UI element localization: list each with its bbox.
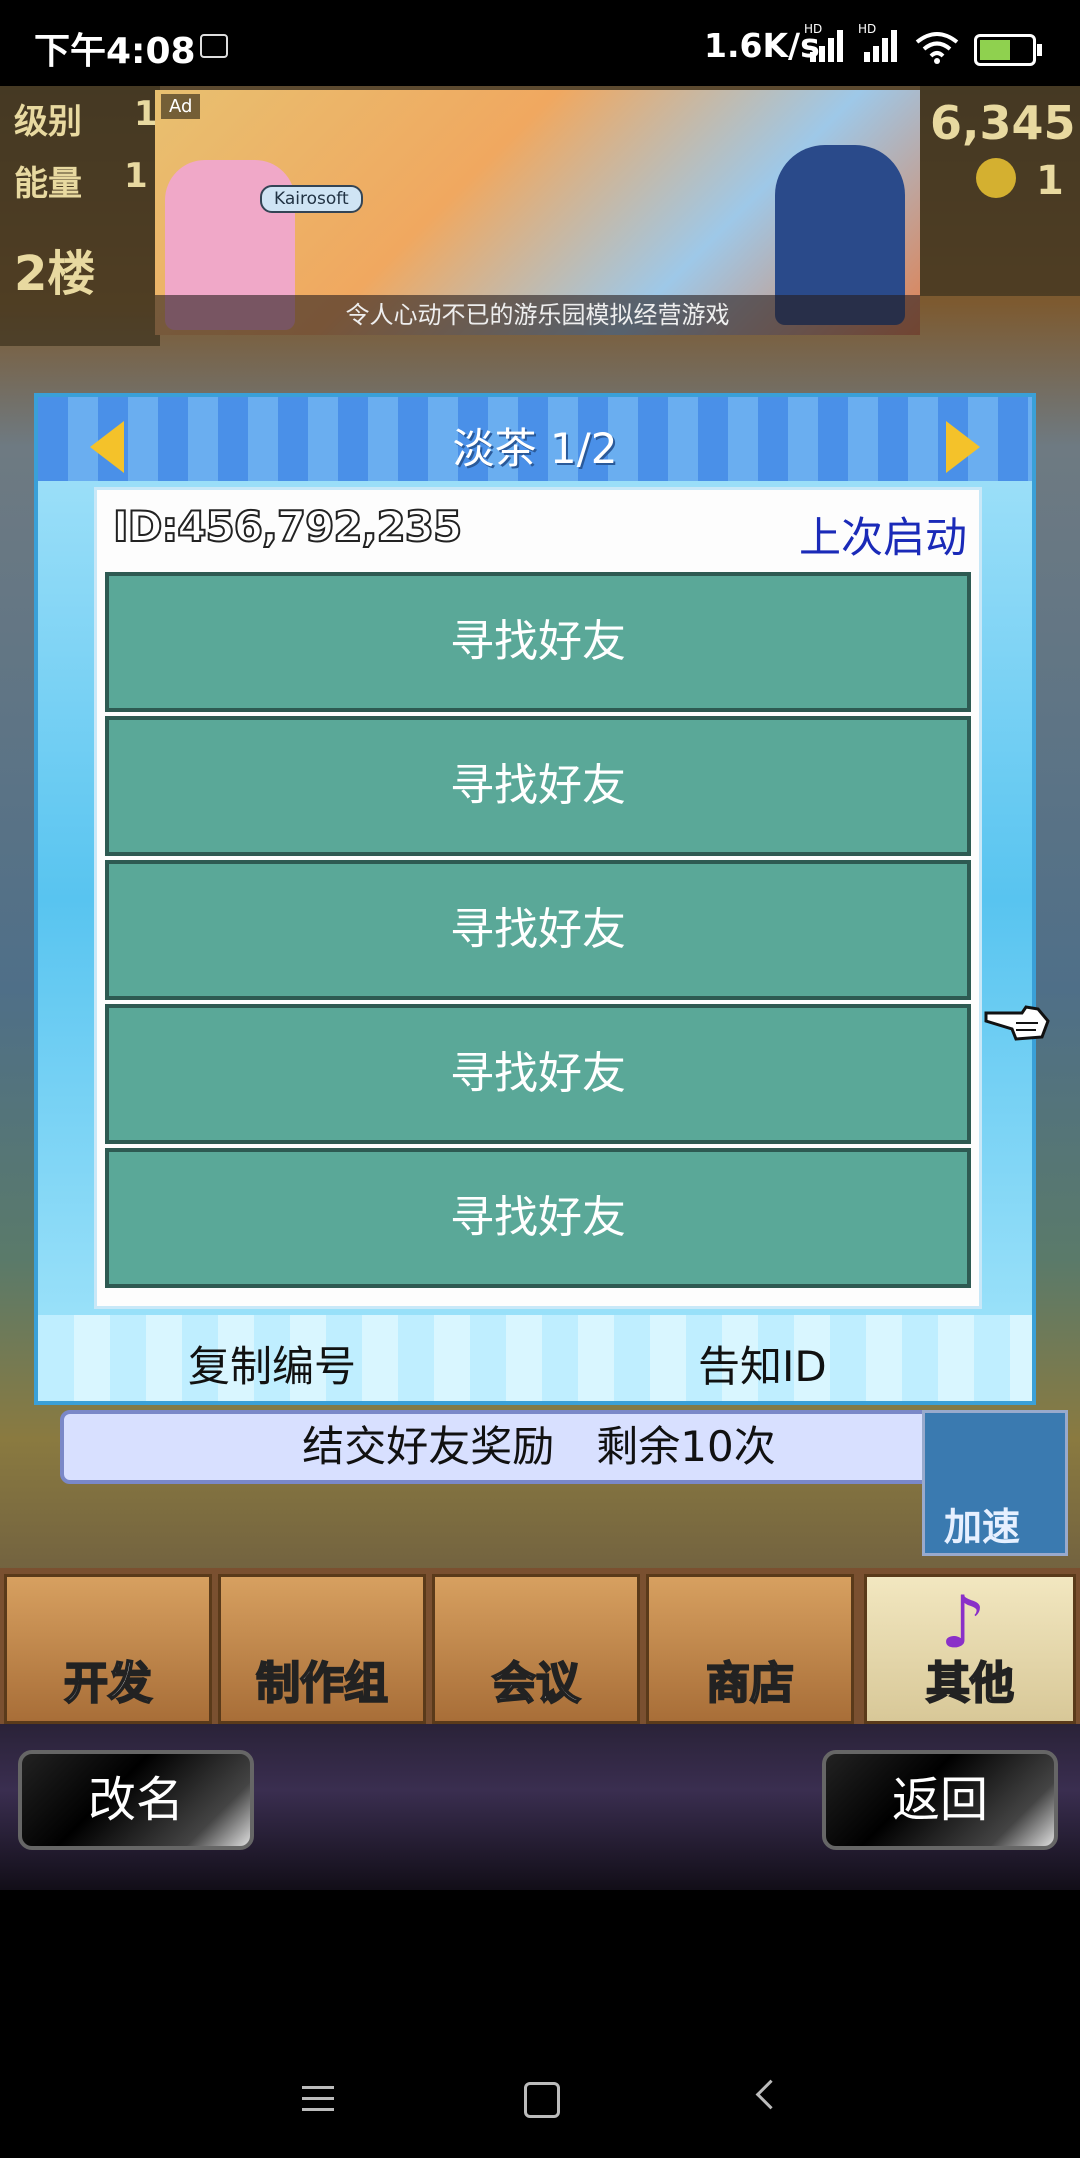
- camera-icon: [200, 34, 228, 58]
- signal-hd-label: HD: [804, 22, 823, 36]
- speed-up-label: 加速: [944, 1505, 1021, 1549]
- status-bar: 下午4:08 1.6K/s HD HD: [0, 0, 1080, 90]
- music-note-icon: ♪: [940, 1580, 986, 1664]
- signal-hd-label-2: HD: [858, 22, 877, 36]
- level-label: 级别: [14, 102, 82, 142]
- energy-label: 能量: [14, 164, 82, 204]
- player-id: ID:456,792,235: [112, 501, 463, 552]
- find-friend-slot[interactable]: 寻找好友: [105, 1004, 971, 1144]
- rename-button[interactable]: 改名: [18, 1750, 254, 1850]
- menu-shop[interactable]: 商店: [646, 1574, 854, 1724]
- floor-indicator: 2楼: [14, 246, 96, 302]
- menu-meeting-label: 会议: [491, 1657, 581, 1710]
- coin-count: 1: [1036, 158, 1064, 204]
- signal-icon-2: HD: [858, 22, 900, 62]
- dialog-footer: 复制编号 告知ID: [38, 1315, 1032, 1401]
- hud-right-panel: 6,345 1: [920, 86, 1080, 296]
- ad-brand-chip: Kairosoft: [260, 185, 363, 213]
- copy-id-button[interactable]: 复制编号: [188, 1333, 356, 1394]
- friend-list-panel: ID:456,792,235 上次启动 寻找好友 寻找好友 寻找好友 寻找好友 …: [94, 487, 982, 1309]
- signal-icon: HD: [804, 22, 846, 62]
- ad-label: Ad: [161, 94, 201, 119]
- prev-page-arrow-icon[interactable]: [90, 421, 124, 473]
- battery-icon: [974, 34, 1042, 66]
- menu-meeting[interactable]: 会议: [432, 1574, 640, 1724]
- wifi-icon: [915, 32, 959, 64]
- menu-develop[interactable]: 开发: [4, 1574, 212, 1724]
- find-friend-slot[interactable]: 寻找好友: [105, 860, 971, 1000]
- menu-shop-label: 商店: [705, 1657, 795, 1710]
- dialog-header: 淡茶 1/2: [38, 397, 1032, 481]
- status-time: 下午4:08: [34, 31, 196, 72]
- dialog-title: 淡茶 1/2: [452, 424, 618, 473]
- share-id-button[interactable]: 告知ID: [698, 1333, 827, 1394]
- hud-left-panel: 级别 1 能量 1 2楼: [0, 86, 160, 346]
- network-speed: 1.6K/s: [704, 26, 820, 65]
- back-button[interactable]: 返回: [822, 1750, 1058, 1850]
- pointer-hand-icon: [984, 1005, 1050, 1041]
- ad-banner[interactable]: Ad Kairosoft 令人心动不已的游乐园模拟经营游戏: [155, 90, 920, 335]
- find-friend-slot[interactable]: 寻找好友: [105, 716, 971, 856]
- friend-reward-bar: 结交好友奖励 剩余10次: [60, 1410, 1018, 1484]
- menu-team[interactable]: 制作组: [218, 1574, 426, 1724]
- menu-team-label: 制作组: [255, 1657, 389, 1710]
- coin-icon: [976, 158, 1016, 198]
- menu-develop-label: 开发: [63, 1657, 153, 1710]
- find-friend-slot[interactable]: 寻找好友: [105, 1148, 971, 1288]
- energy-value: 1: [124, 156, 148, 196]
- ad-caption: 令人心动不已的游乐园模拟经营游戏: [155, 295, 920, 335]
- money-display: 6,345: [930, 96, 1076, 150]
- last-launch-label: 上次启动: [798, 513, 967, 562]
- next-page-arrow-icon[interactable]: [946, 421, 980, 473]
- nav-menu-icon[interactable]: [302, 2086, 334, 2112]
- nav-home-icon[interactable]: [524, 2082, 560, 2118]
- friends-dialog: 淡茶 1/2 ID:456,792,235 上次启动 寻找好友 寻找好友 寻找好…: [34, 393, 1050, 1405]
- find-friend-slot[interactable]: 寻找好友: [105, 572, 971, 712]
